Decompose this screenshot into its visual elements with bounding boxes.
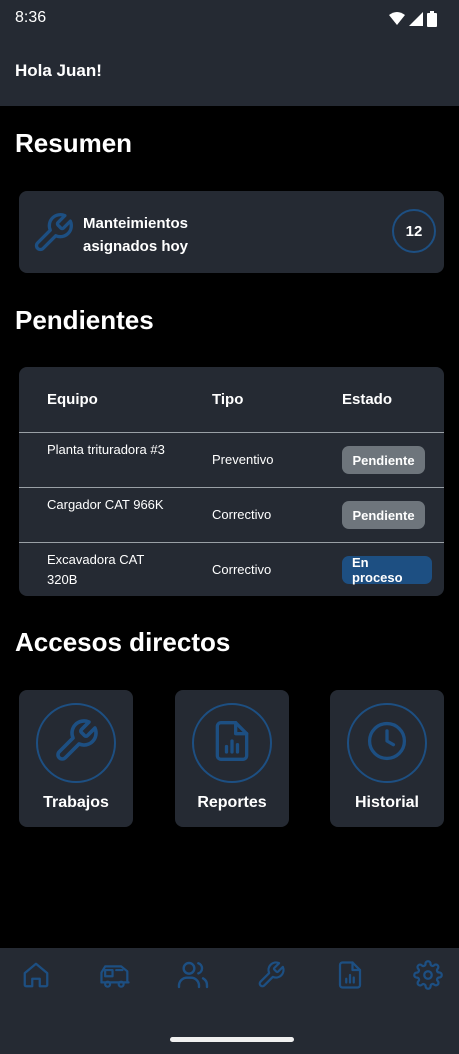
summary-title: Resumen bbox=[15, 128, 133, 158]
report-file-icon bbox=[210, 719, 254, 768]
wifi-icon bbox=[389, 12, 405, 31]
wrench-icon bbox=[52, 717, 100, 770]
battery-icon bbox=[427, 11, 437, 32]
pending-title: Pendientes bbox=[15, 305, 154, 335]
cell-tipo: Correctivo bbox=[212, 507, 272, 522]
shortcut-label: Reportes bbox=[197, 794, 267, 811]
cell-equipo: Cargador CAT 966K bbox=[47, 497, 164, 512]
assigned-today-card[interactable]: Manteimientos asignados hoy 12 bbox=[19, 191, 444, 273]
wrench-icon bbox=[31, 211, 75, 260]
status-bar: 8:36 bbox=[0, 0, 459, 38]
truck-icon[interactable] bbox=[98, 958, 132, 992]
home-indicator[interactable] bbox=[170, 1037, 294, 1042]
shortcut-icon-circle bbox=[36, 703, 116, 783]
shortcut-trabajos[interactable]: Trabajos bbox=[19, 690, 133, 827]
column-header-tipo: Tipo bbox=[212, 391, 244, 408]
cell-tipo: Correctivo bbox=[212, 562, 272, 577]
shortcut-reportes[interactable]: Reportes bbox=[175, 690, 289, 827]
status-time: 8:36 bbox=[15, 9, 47, 26]
status-icons bbox=[389, 11, 437, 32]
assigned-today-count: 12 bbox=[392, 209, 436, 253]
gear-icon[interactable] bbox=[411, 958, 445, 992]
report-file-icon[interactable] bbox=[333, 958, 367, 992]
signal-icon bbox=[409, 12, 423, 31]
table-row[interactable]: Cargador CAT 966K Correctivo Pendiente bbox=[19, 487, 444, 542]
status-badge: Pendiente bbox=[342, 501, 425, 529]
greeting: Hola Juan! bbox=[15, 61, 102, 80]
shortcut-label: Trabajos bbox=[43, 794, 109, 811]
table-row[interactable]: Planta trituradora #3 Preventivo Pendien… bbox=[19, 432, 444, 487]
table-header: Equipo Tipo Estado bbox=[19, 367, 444, 432]
shortcut-icon-circle bbox=[347, 703, 427, 783]
cell-equipo: Excavadora CAT 320B bbox=[47, 552, 145, 587]
bottom-nav bbox=[0, 948, 459, 1054]
pending-table: Equipo Tipo Estado Planta trituradora #3… bbox=[19, 367, 444, 596]
clock-icon bbox=[365, 719, 409, 768]
cell-tipo: Preventivo bbox=[212, 452, 274, 467]
status-badge: Pendiente bbox=[342, 446, 425, 474]
column-header-estado: Estado bbox=[342, 391, 393, 408]
cell-equipo: Planta trituradora #3 bbox=[47, 442, 165, 457]
shortcut-historial[interactable]: Historial bbox=[330, 690, 444, 827]
home-icon[interactable] bbox=[19, 958, 53, 992]
table-row[interactable]: Excavadora CAT 320B Correctivo En proces… bbox=[19, 542, 444, 596]
users-icon[interactable] bbox=[176, 958, 210, 992]
status-badge: En proceso bbox=[342, 555, 432, 585]
assigned-today-label: Manteimientos asignados hoy bbox=[83, 215, 189, 255]
shortcut-icon-circle bbox=[192, 703, 272, 783]
wrench-icon[interactable] bbox=[254, 958, 288, 992]
shortcut-label: Historial bbox=[354, 794, 419, 811]
column-header-equipo: Equipo bbox=[47, 391, 98, 408]
shortcuts-title: Accesos directos bbox=[15, 627, 231, 657]
app-bar: Hola Juan! bbox=[0, 38, 459, 106]
